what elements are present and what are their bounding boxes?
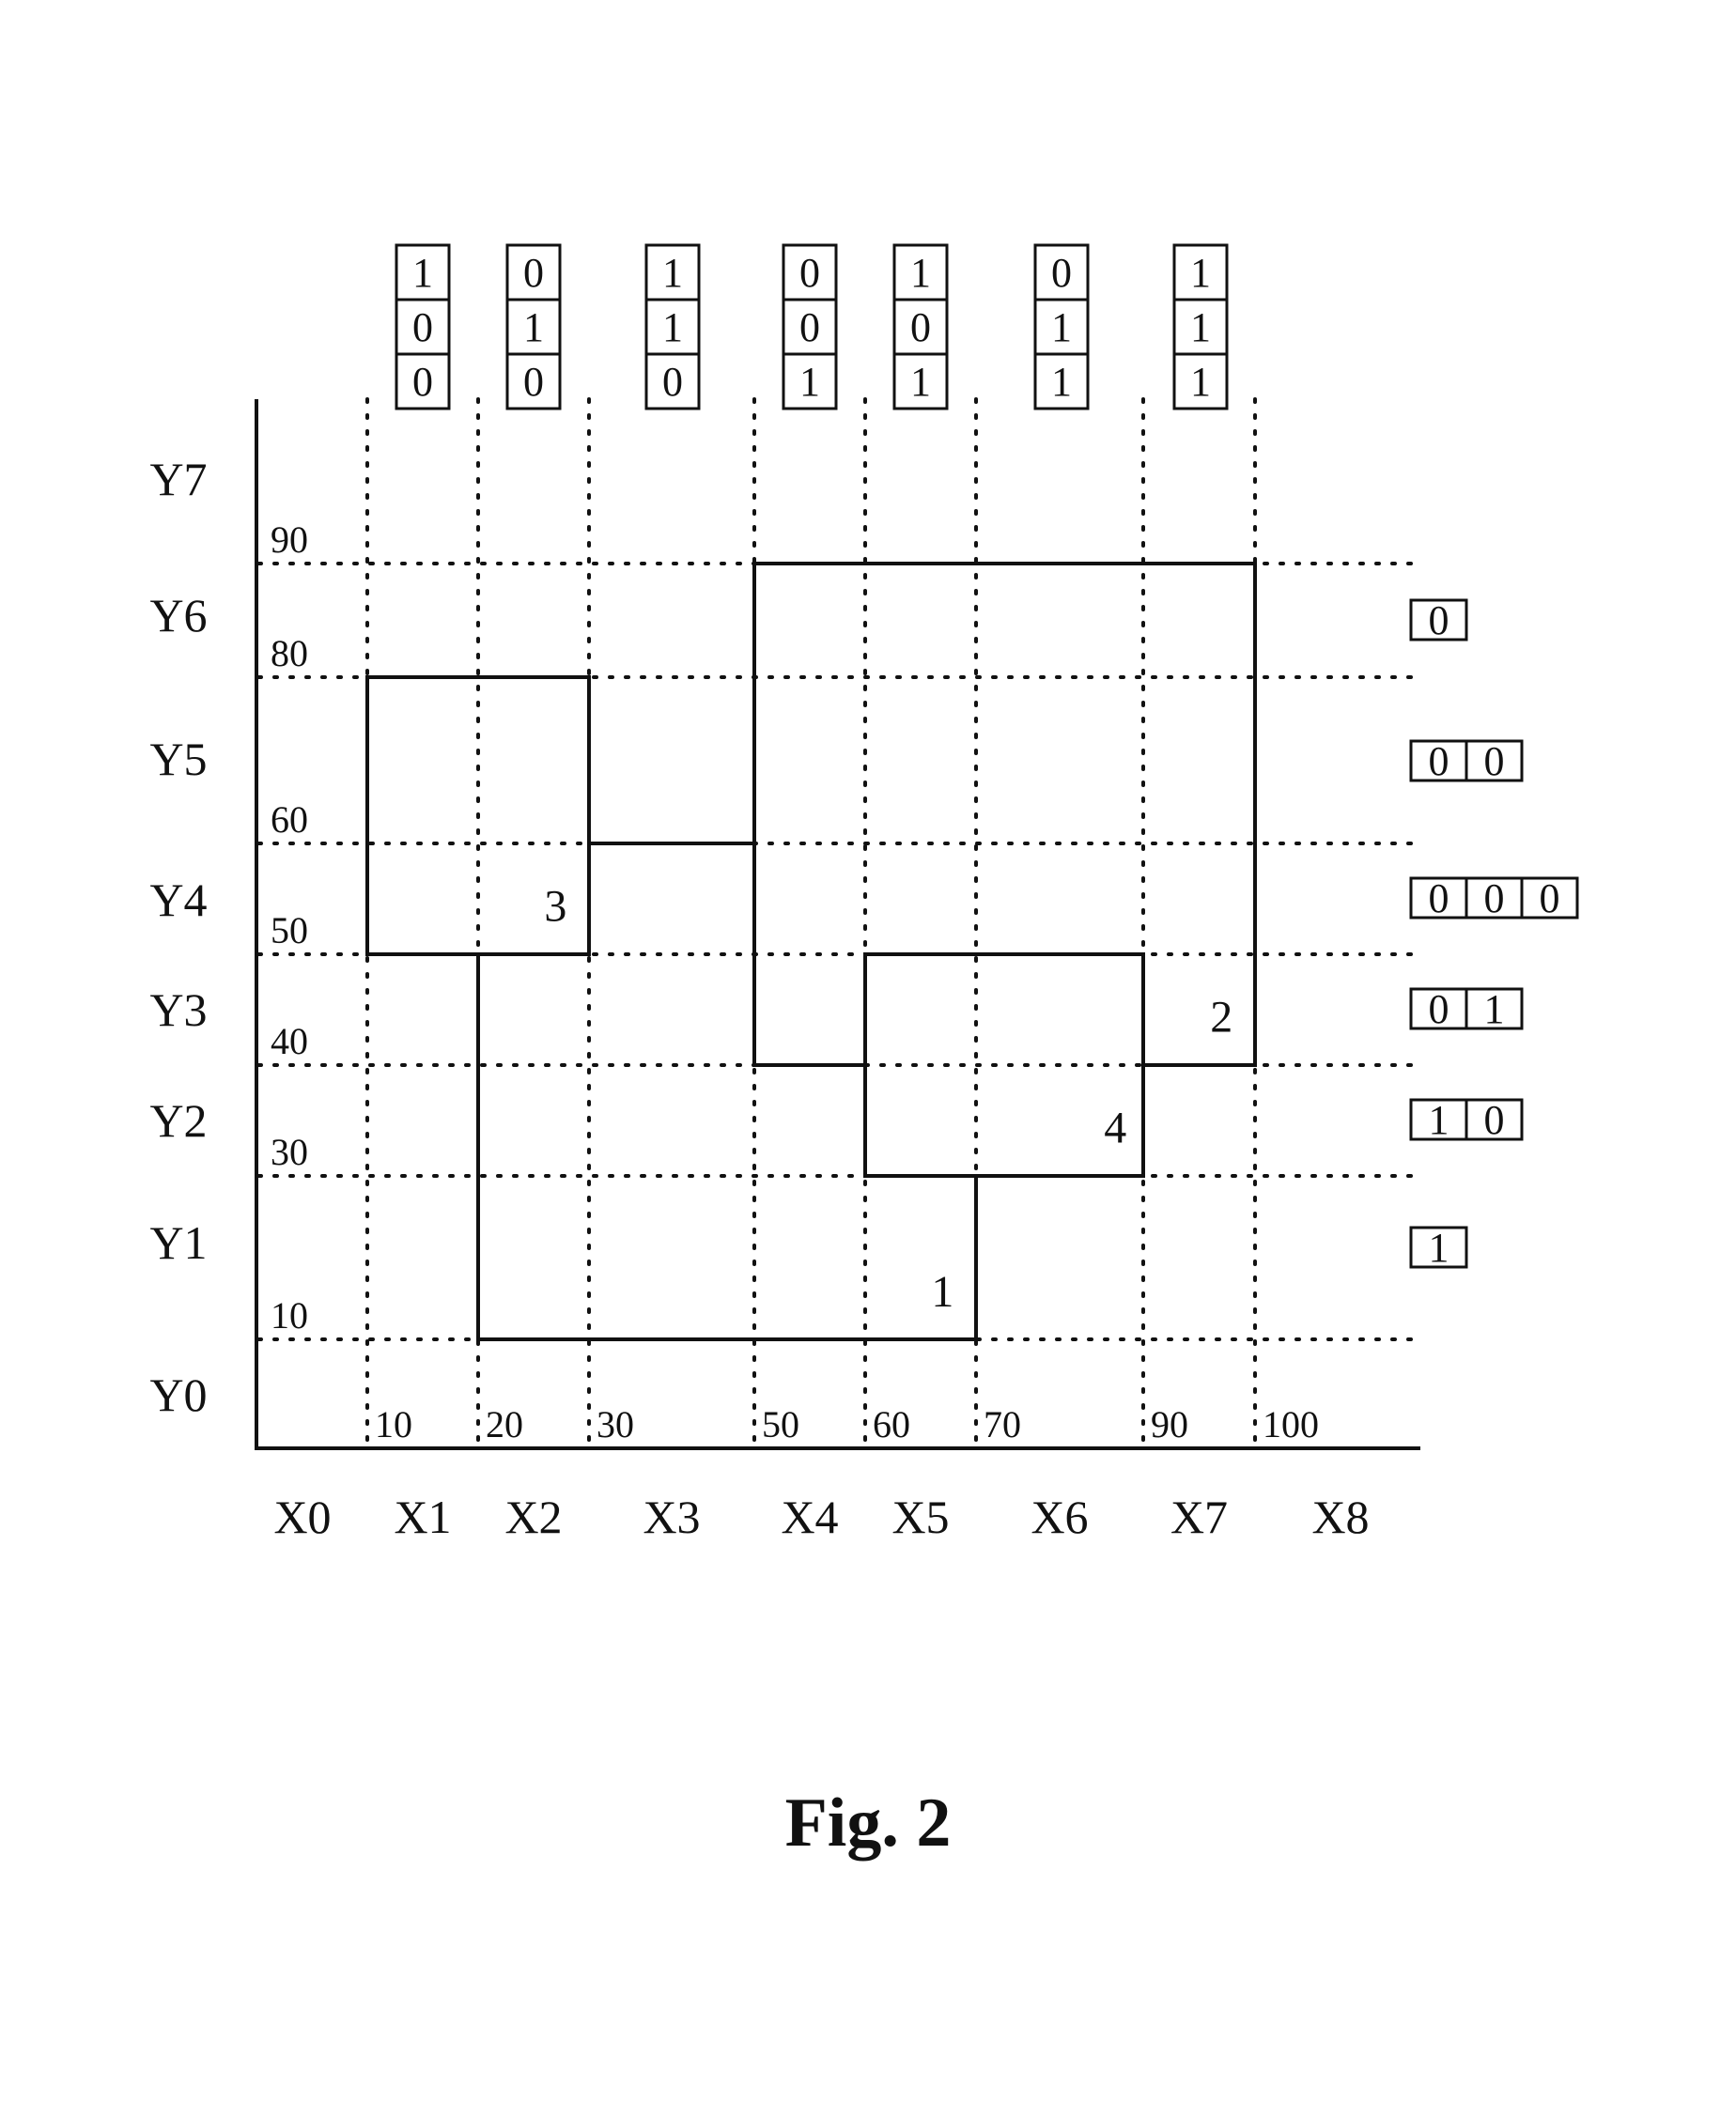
- code-bit: 0: [1429, 875, 1449, 921]
- y-tick-label: 60: [271, 798, 308, 841]
- code-bit: 1: [1190, 359, 1211, 405]
- x-tick-label: 100: [1263, 1403, 1319, 1445]
- code-bit: 1: [1429, 1097, 1449, 1143]
- code-bit: 0: [523, 250, 544, 296]
- y-interval-label: Y0: [149, 1368, 207, 1421]
- y-interval-label: Y2: [149, 1094, 207, 1147]
- y-interval-label: Y3: [149, 983, 207, 1036]
- code-bit: 0: [662, 359, 683, 405]
- y-interval-label: Y5: [149, 733, 207, 785]
- code-bit: 1: [662, 250, 683, 296]
- code-bit: 0: [1051, 250, 1072, 296]
- code-bit: 0: [412, 304, 433, 350]
- code-bit: 0: [1429, 597, 1449, 643]
- x-tick-label: 60: [873, 1403, 910, 1445]
- code-bit: 0: [1429, 738, 1449, 784]
- code-bit: 1: [910, 250, 931, 296]
- y-interval-label: Y7: [149, 453, 207, 505]
- x-tick-label: 50: [762, 1403, 799, 1445]
- code-bit: 1: [523, 304, 544, 350]
- code-bit: 1: [1051, 359, 1072, 405]
- x-tick-label: 70: [984, 1403, 1021, 1445]
- y-code-row: 10: [1409, 1097, 1524, 1143]
- y-tick-label: 90: [271, 518, 308, 561]
- x-interval-label: X3: [643, 1491, 700, 1543]
- code-bit: 0: [1484, 738, 1505, 784]
- shape-4: [863, 952, 1145, 1178]
- code-bit: 0: [910, 304, 931, 350]
- dotted-grid: [256, 397, 1425, 1448]
- shape-label-2: 2: [1210, 993, 1232, 1043]
- x-interval-label: X1: [394, 1491, 451, 1543]
- x-code-stack: 1 0 1: [892, 243, 949, 410]
- y-code-row: 1: [1409, 1225, 1468, 1271]
- code-bit: 1: [662, 304, 683, 350]
- x-code-stack: 0 1 0: [505, 243, 562, 410]
- x-interval-label: X0: [273, 1491, 331, 1543]
- x-interval-label: X8: [1311, 1491, 1369, 1543]
- code-bit: 0: [1484, 1097, 1505, 1143]
- x-code-stack: 0 1 1: [1033, 243, 1090, 410]
- code-bit: 1: [412, 250, 433, 296]
- x-code-stack: 1 0 0: [395, 243, 451, 410]
- y-code-row: 01: [1409, 986, 1524, 1032]
- code-bit: 1: [799, 359, 820, 405]
- shape-label-4: 4: [1104, 1104, 1126, 1153]
- x-tick-label: 20: [486, 1403, 523, 1445]
- shape-label-3: 3: [544, 882, 566, 932]
- code-bit: 1: [1429, 1225, 1449, 1271]
- y-code-row: 000: [1409, 875, 1579, 921]
- code-bit: 1: [910, 359, 931, 405]
- axis-labels: 10 20 30 50 60 70 90 100 10 30 40 50 60 80 90 X0 X1 X2 X3 X…: [149, 453, 1369, 1543]
- x-interval-label: X7: [1170, 1491, 1228, 1543]
- y-code-row: 00: [1409, 738, 1524, 784]
- shape-label-1: 1: [931, 1267, 953, 1317]
- code-bit: 0: [1484, 875, 1505, 921]
- x-interval-label: X4: [781, 1491, 838, 1543]
- code-bit: 1: [1051, 304, 1072, 350]
- code-bit: 1: [1484, 986, 1505, 1032]
- x-tick-label: 30: [597, 1403, 634, 1445]
- x-interval-label: X2: [504, 1491, 562, 1543]
- code-bit: 0: [1540, 875, 1560, 921]
- y-tick-label: 50: [271, 909, 308, 951]
- y-tick-label: 80: [271, 632, 308, 674]
- code-bit: 0: [799, 250, 820, 296]
- code-bit: 0: [1429, 986, 1449, 1032]
- code-bit: 0: [799, 304, 820, 350]
- code-boxes: 10001011000110101111111 00 10 0 00 00: [395, 243, 1579, 1271]
- code-bit: 0: [412, 359, 433, 405]
- x-tick-label: 10: [375, 1403, 412, 1445]
- figure-canvas: 1234 10 20 30 50 60 70 90 10010304050608090X0 X1…: [149, 243, 1579, 1862]
- x-code-stack: 1 1 1: [1172, 243, 1229, 410]
- y-interval-label: Y1: [149, 1216, 207, 1269]
- shapes-layer: 1 2 3 4: [365, 562, 1257, 1341]
- x-tick-label: 90: [1151, 1403, 1188, 1445]
- code-bit: 0: [523, 359, 544, 405]
- y-interval-label: Y4: [149, 873, 207, 926]
- shape-2: [752, 562, 1257, 1067]
- code-bit: 1: [1190, 250, 1211, 296]
- figure-caption: Fig. 2: [785, 1785, 952, 1862]
- y-tick-label: 40: [271, 1020, 308, 1062]
- y-tick-label: 10: [271, 1294, 308, 1337]
- code-bit: 1: [1190, 304, 1211, 350]
- y-interval-label: Y6: [149, 589, 207, 641]
- x-code-stack: 1 1 0: [644, 243, 701, 410]
- y-tick-label: 30: [271, 1131, 308, 1173]
- axes: [255, 399, 1420, 1450]
- x-interval-label: X5: [891, 1491, 949, 1543]
- shape-1: [476, 954, 978, 1341]
- x-interval-label: X6: [1031, 1491, 1088, 1543]
- x-code-stack: 0 0 1: [782, 243, 838, 410]
- y-code-row: 0: [1409, 597, 1468, 643]
